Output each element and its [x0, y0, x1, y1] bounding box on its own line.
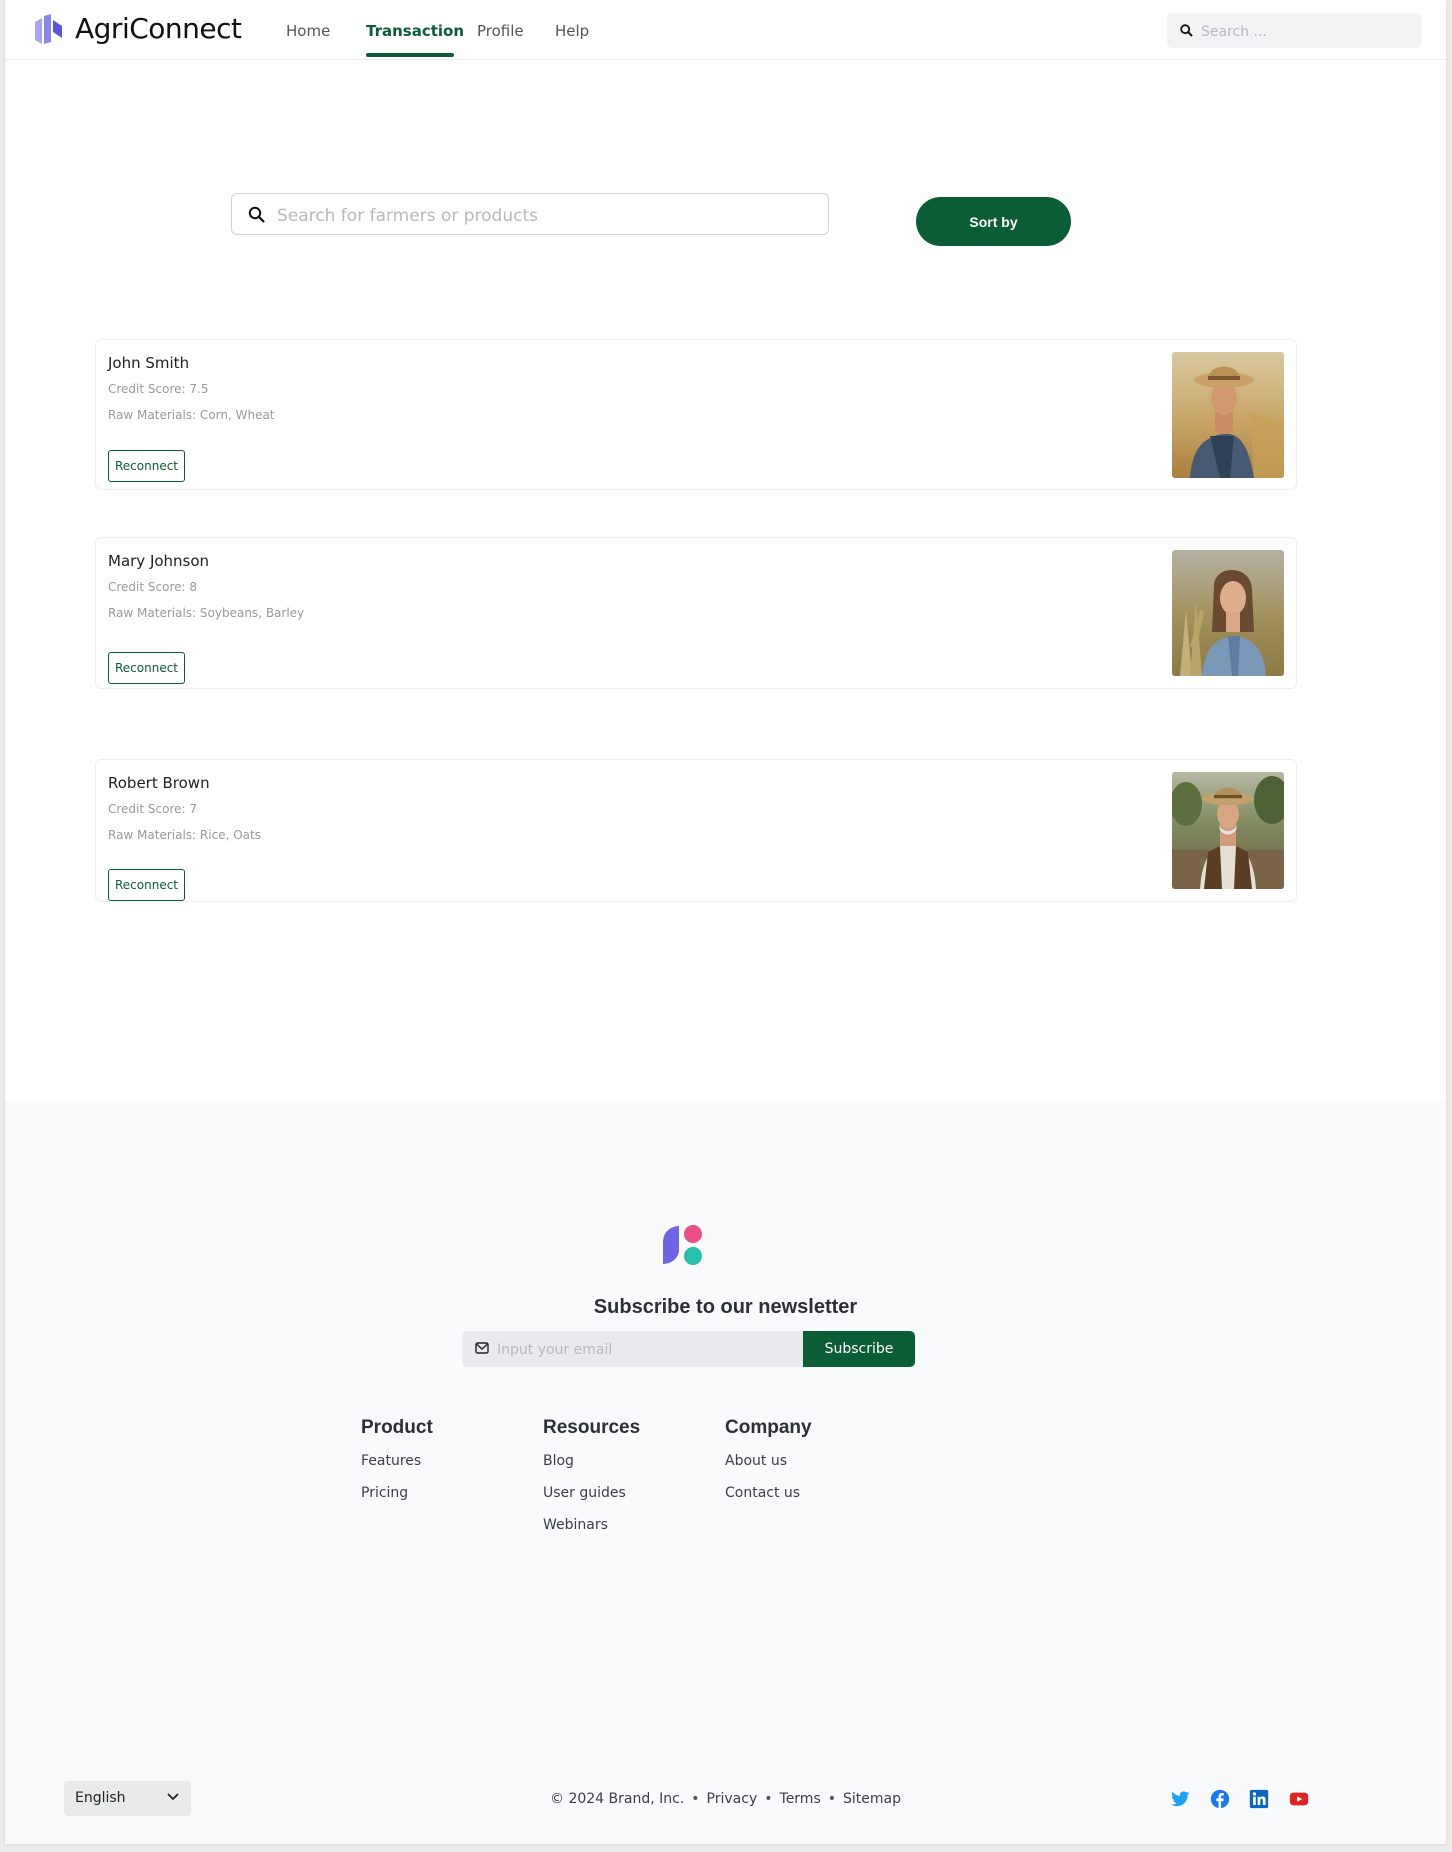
linkedin-icon[interactable]: [1248, 1788, 1270, 1810]
footer-logo-icon: [663, 1225, 702, 1265]
mail-icon: [475, 1342, 489, 1354]
farmer-name: Robert Brown: [108, 774, 210, 792]
active-tab-indicator: [366, 53, 454, 57]
footer-link-webinars[interactable]: Webinars: [543, 1517, 640, 1533]
terms-link[interactable]: Terms: [780, 1791, 821, 1807]
sitemap-link[interactable]: Sitemap: [843, 1791, 901, 1807]
nav-transaction[interactable]: Transaction: [366, 22, 464, 40]
brand-name[interactable]: AgriConnect: [75, 12, 242, 45]
farmer-name: John Smith: [108, 354, 190, 372]
footer-link-user-guides[interactable]: User guides: [543, 1485, 640, 1501]
search-icon: [248, 206, 265, 223]
footer-column-title: Product: [361, 1417, 433, 1438]
subscribe-button[interactable]: Subscribe: [803, 1331, 915, 1367]
farmer-raw-materials: Raw Materials: Corn, Wheat: [108, 408, 275, 422]
privacy-link[interactable]: Privacy: [707, 1791, 758, 1807]
footer-link-blog[interactable]: Blog: [543, 1453, 640, 1469]
footer-column-company: Company About us Contact us: [725, 1417, 812, 1517]
header-search-input[interactable]: [1199, 21, 1413, 43]
site-footer: Subscribe to our newsletter Subscribe Pr…: [5, 1100, 1446, 1844]
newsletter-email: [462, 1331, 803, 1367]
farmer-raw-materials: Raw Materials: Rice, Oats: [108, 828, 261, 842]
footer-link-about-us[interactable]: About us: [725, 1453, 812, 1469]
footer-link-features[interactable]: Features: [361, 1453, 433, 1469]
nav-help[interactable]: Help: [555, 22, 589, 40]
copyright-text: © 2024 Brand, Inc.: [550, 1791, 685, 1807]
reconnect-button[interactable]: Reconnect: [108, 652, 185, 684]
footer-link-pricing[interactable]: Pricing: [361, 1485, 433, 1501]
sort-by-button[interactable]: Sort by: [916, 197, 1071, 246]
nav-profile[interactable]: Profile: [477, 22, 524, 40]
search-icon: [1180, 24, 1193, 37]
twitter-icon[interactable]: [1169, 1788, 1191, 1810]
email-input[interactable]: [495, 1339, 789, 1361]
farmer-card: John Smith Credit Score: 7.5 Raw Materia…: [95, 339, 1297, 490]
header-search: [1167, 13, 1421, 48]
footer-column-product: Product Features Pricing: [361, 1417, 433, 1517]
footer-link-contact-us[interactable]: Contact us: [725, 1485, 812, 1501]
footer-column-title: Company: [725, 1417, 812, 1438]
nav-home[interactable]: Home: [286, 22, 330, 40]
youtube-icon[interactable]: [1288, 1788, 1310, 1810]
farmer-photo-woman: [1172, 550, 1284, 676]
reconnect-button[interactable]: Reconnect: [108, 869, 185, 901]
farmer-name: Mary Johnson: [108, 552, 210, 570]
newsletter-title: Subscribe to our newsletter: [593, 1296, 858, 1318]
farmer-card: Robert Brown Credit Score: 7 Raw Materia…: [95, 759, 1297, 902]
farmer-raw-materials: Raw Materials: Soybeans, Barley: [108, 606, 305, 620]
farmer-credit-score: Credit Score: 7: [108, 802, 198, 816]
top-navbar: AgriConnect Home Transaction Profile Hel…: [5, 0, 1446, 60]
reconnect-button[interactable]: Reconnect: [108, 450, 185, 482]
farmer-credit-score: Credit Score: 7.5: [108, 382, 209, 396]
brand-logo-icon: [35, 14, 62, 44]
facebook-icon[interactable]: [1209, 1788, 1231, 1810]
footer-column-resources: Resources Blog User guides Webinars: [543, 1417, 640, 1549]
farmer-photo-hat: [1172, 352, 1284, 478]
footer-column-title: Resources: [543, 1417, 641, 1438]
page: AgriConnect Home Transaction Profile Hel…: [5, 0, 1446, 1844]
farmer-card: Mary Johnson Credit Score: 8 Raw Materia…: [95, 537, 1297, 689]
farmer-credit-score: Credit Score: 8: [108, 580, 198, 594]
farmer-search: [231, 193, 829, 235]
farmer-search-input[interactable]: [275, 204, 809, 228]
farmer-photo-elder: [1172, 772, 1284, 889]
